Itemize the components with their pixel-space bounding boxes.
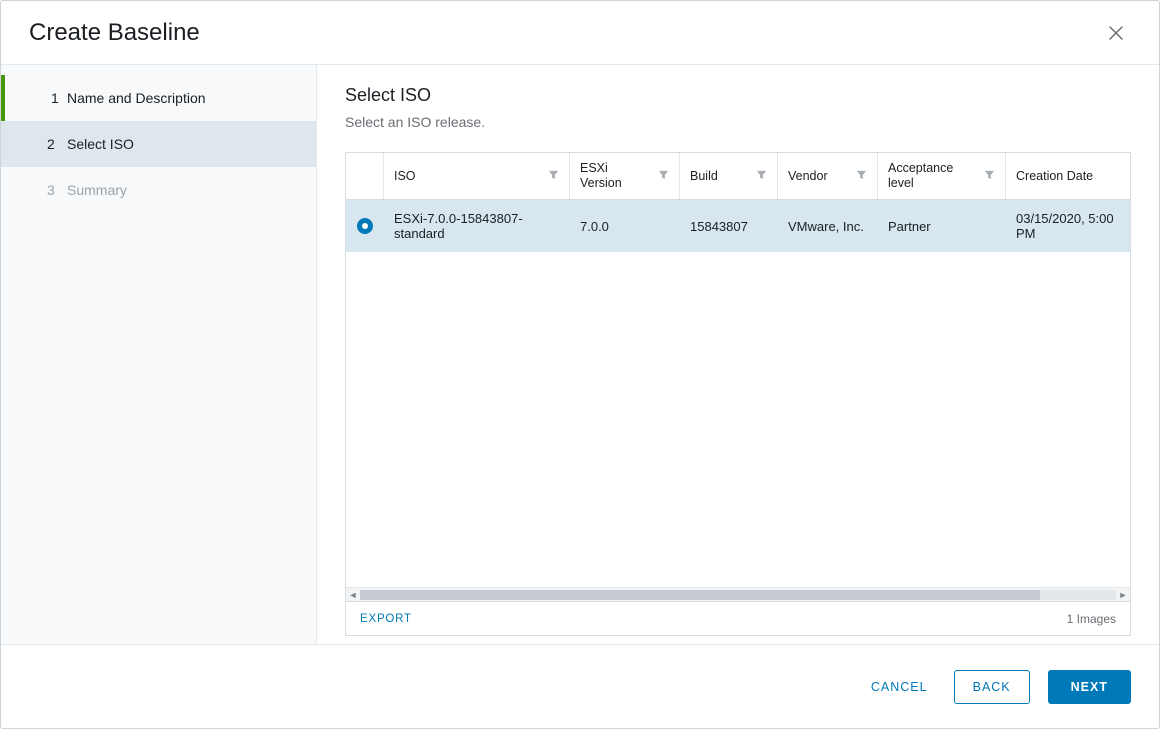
modal-title: Create Baseline — [29, 19, 200, 47]
column-esxi-version[interactable]: ESXi Version — [570, 153, 680, 199]
modal-body: 1 Name and Description 2 Select ISO 3 Su… — [1, 65, 1159, 644]
wizard-main: Select ISO Select an ISO release. ISO ES… — [317, 65, 1159, 644]
wizard-sidebar: 1 Name and Description 2 Select ISO 3 Su… — [1, 65, 317, 644]
filter-icon[interactable] — [856, 169, 867, 183]
cell-iso: ESXi-7.0.0-15843807-standard — [384, 200, 570, 252]
page-title: Select ISO — [345, 85, 1131, 106]
column-vendor[interactable]: Vendor — [778, 153, 878, 199]
row-select-cell[interactable] — [346, 200, 384, 252]
scroll-track[interactable] — [360, 590, 1116, 600]
step-number: 3 — [47, 182, 67, 198]
filter-icon[interactable] — [984, 169, 995, 183]
column-label: Acceptance level — [888, 161, 978, 191]
column-acceptance-level[interactable]: Acceptance level — [878, 153, 1006, 199]
step-select-iso[interactable]: 2 Select ISO — [1, 121, 316, 167]
close-button[interactable] — [1101, 18, 1131, 48]
step-number: 1 — [51, 90, 71, 106]
table-footer: EXPORT 1 Images — [346, 601, 1130, 635]
cell-build: 15843807 — [680, 200, 778, 252]
cancel-button[interactable]: CANCEL — [863, 670, 936, 704]
column-iso[interactable]: ISO — [384, 153, 570, 199]
column-label: Build — [690, 169, 718, 184]
radio-selected-icon[interactable] — [357, 218, 373, 234]
column-label: Vendor — [788, 169, 828, 184]
column-creation-date[interactable]: Creation Date — [1006, 153, 1130, 199]
scroll-left-icon[interactable]: ◄ — [346, 588, 360, 602]
cell-date: 03/15/2020, 5:00 PM — [1006, 200, 1130, 252]
column-label: ESXi Version — [580, 161, 652, 191]
table-header: ISO ESXi Version Build — [346, 153, 1130, 200]
filter-icon[interactable] — [548, 169, 559, 183]
export-link[interactable]: EXPORT — [360, 613, 412, 625]
cell-version: 7.0.0 — [570, 200, 680, 252]
filter-icon[interactable] — [658, 169, 669, 183]
modal-header: Create Baseline — [1, 1, 1159, 65]
column-radio — [346, 153, 384, 199]
filter-icon[interactable] — [756, 169, 767, 183]
scroll-right-icon[interactable]: ► — [1116, 588, 1130, 602]
page-subtitle: Select an ISO release. — [345, 114, 1131, 130]
table-h-scrollbar[interactable]: ◄ ► — [346, 587, 1130, 601]
cell-acceptance: Partner — [878, 200, 1006, 252]
iso-table: ISO ESXi Version Build — [345, 152, 1131, 636]
modal-footer: CANCEL BACK NEXT — [1, 644, 1159, 728]
column-build[interactable]: Build — [680, 153, 778, 199]
next-button[interactable]: NEXT — [1048, 670, 1131, 704]
row-count: 1 Images — [1067, 612, 1116, 626]
step-name-and-description[interactable]: 1 Name and Description — [1, 75, 316, 121]
scroll-thumb[interactable] — [360, 590, 1040, 600]
step-number: 2 — [47, 136, 67, 152]
step-summary[interactable]: 3 Summary — [1, 167, 316, 213]
create-baseline-modal: Create Baseline 1 Name and Description 2… — [0, 0, 1160, 729]
column-label: ISO — [394, 169, 416, 184]
back-button[interactable]: BACK — [954, 670, 1030, 704]
cell-vendor: VMware, Inc. — [778, 200, 878, 252]
table-body: ESXi-7.0.0-15843807-standard 7.0.0 15843… — [346, 200, 1130, 587]
table-row[interactable]: ESXi-7.0.0-15843807-standard 7.0.0 15843… — [346, 200, 1130, 252]
column-label: Creation Date — [1016, 169, 1093, 184]
close-icon — [1107, 24, 1125, 42]
